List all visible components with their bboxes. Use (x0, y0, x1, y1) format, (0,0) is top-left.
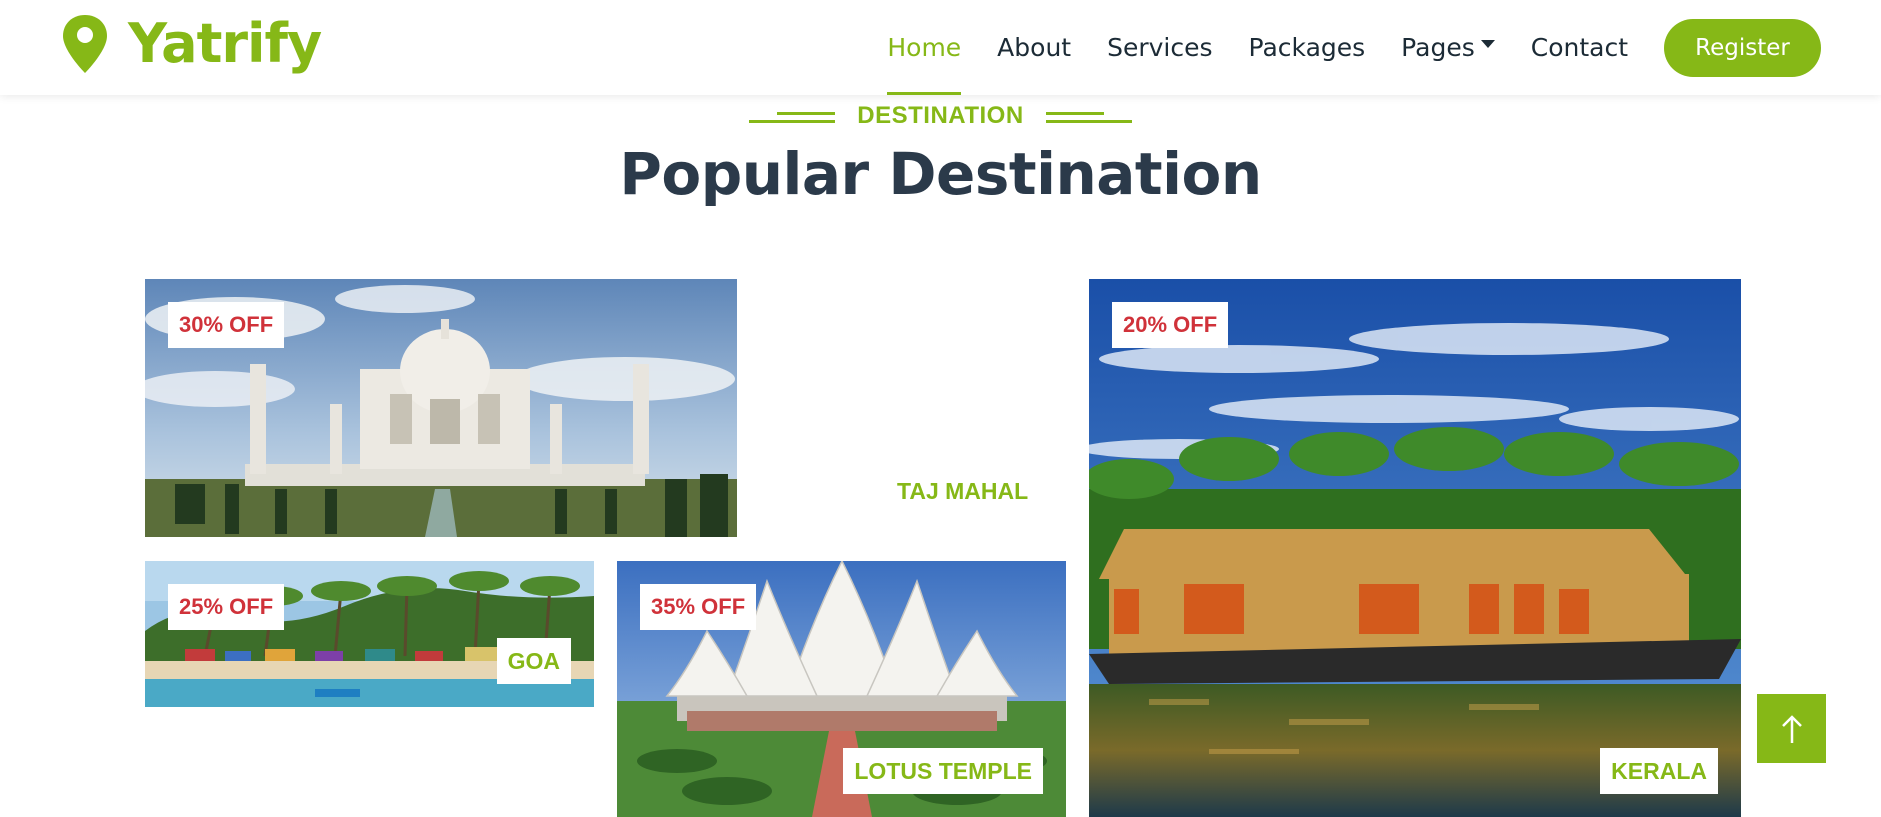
discount-badge: 25% OFF (168, 584, 285, 630)
caret-down-icon (1480, 39, 1495, 48)
main-nav: Home About Services Packages Pages Conta… (887, 0, 1821, 95)
destination-card-lotus-temple[interactable]: 35% OFF LOTUS TEMPLE (617, 561, 1066, 817)
navbar: Yatrify Home About Services Packages Pag… (0, 0, 1881, 95)
map-marker-icon (63, 14, 107, 73)
destination-card-kerala[interactable]: 20% OFF KERALA (1089, 279, 1741, 817)
destination-card-goa[interactable]: 25% OFF GOA (145, 561, 594, 707)
goa-beach-image (145, 561, 594, 707)
discount-badge: 35% OFF (640, 584, 757, 630)
nav-pages-dropdown[interactable]: Pages (1401, 0, 1495, 95)
brand-logo[interactable]: Yatrify (60, 12, 322, 75)
nav-contact[interactable]: Contact (1531, 0, 1628, 95)
kicker-line-left (745, 109, 836, 123)
destination-name-goa: GOA (496, 638, 571, 684)
section-kicker: DESTINATION (0, 102, 1881, 130)
destination-name-kerala: KERALA (1600, 748, 1718, 794)
discount-badge: 20% OFF (1112, 302, 1229, 348)
brand-name: Yatrify (128, 12, 322, 75)
discount-badge: 30% OFF (168, 302, 285, 348)
register-button[interactable]: Register (1664, 18, 1821, 77)
nav-pages-label: Pages (1401, 33, 1475, 62)
back-to-top-button[interactable] (1757, 694, 1826, 763)
kicker-line-right (1045, 109, 1136, 123)
nav-home[interactable]: Home (887, 0, 961, 95)
nav-services[interactable]: Services (1107, 0, 1212, 95)
nav-packages[interactable]: Packages (1249, 0, 1366, 95)
kicker-text: DESTINATION (857, 102, 1024, 129)
destination-card-taj-mahal[interactable]: 30% OFF (145, 279, 737, 537)
destination-name-lotus-temple: LOTUS TEMPLE (843, 748, 1043, 794)
nav-about[interactable]: About (997, 0, 1071, 95)
section-title: Popular Destination (619, 140, 1262, 208)
kerala-houseboat-image (1089, 279, 1741, 817)
arrow-up-icon (1781, 714, 1802, 743)
destination-name-taj-mahal[interactable]: TAJ MAHAL (886, 468, 1040, 514)
